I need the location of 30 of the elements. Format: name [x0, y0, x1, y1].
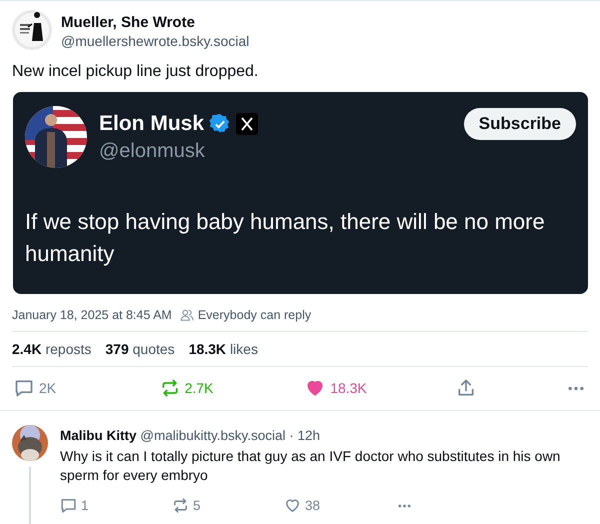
author-handle[interactable]: @muellershewrote.bsky.social	[61, 33, 250, 49]
stat-count[interactable]: 2.4K reposts	[12, 341, 92, 357]
reply-icon	[60, 497, 77, 514]
reply-setting[interactable]: Everybody can reply	[198, 308, 312, 322]
reply-icon	[14, 378, 34, 398]
more-icon	[566, 386, 586, 390]
share-icon	[456, 378, 476, 398]
heart-icon	[305, 378, 326, 398]
stat-count[interactable]: 18.3K likes	[188, 341, 258, 357]
reply-header: Malibu Kitty @malibukitty.bsky.social · 12h	[60, 428, 322, 443]
quoted-text: If we stop having baby humans, there will be no more humanity	[25, 208, 545, 268]
author-name[interactable]: Mueller, She Wrote	[61, 14, 250, 31]
post-date: January 18, 2025 at 8:45 AM	[12, 308, 172, 322]
stat-count[interactable]: 379 quotes	[105, 341, 175, 357]
subscribe-button[interactable]: Subscribe	[464, 108, 576, 140]
more-icon	[396, 504, 413, 508]
account-name: Elon Musk	[99, 112, 204, 136]
heart-icon	[284, 497, 301, 514]
repost-button[interactable]: 5	[172, 497, 284, 514]
account-handle: @elonmusk	[99, 140, 206, 162]
like-button[interactable]: 38	[284, 497, 396, 514]
post-text: New incel pickup line just dropped.	[11, 62, 260, 81]
reply-button[interactable]: 2K	[12, 376, 72, 400]
repost-icon	[172, 497, 189, 514]
x-logo-icon	[236, 112, 258, 134]
people-icon	[180, 308, 194, 322]
repost-icon	[160, 378, 180, 398]
like-button[interactable]: 18.3K	[303, 376, 369, 400]
reply-text: Why is it can I totally picture that guy as an IVF doctor who substitutes in his own sperm for every embryo	[60, 447, 562, 485]
reply-button[interactable]: 1	[60, 497, 172, 514]
